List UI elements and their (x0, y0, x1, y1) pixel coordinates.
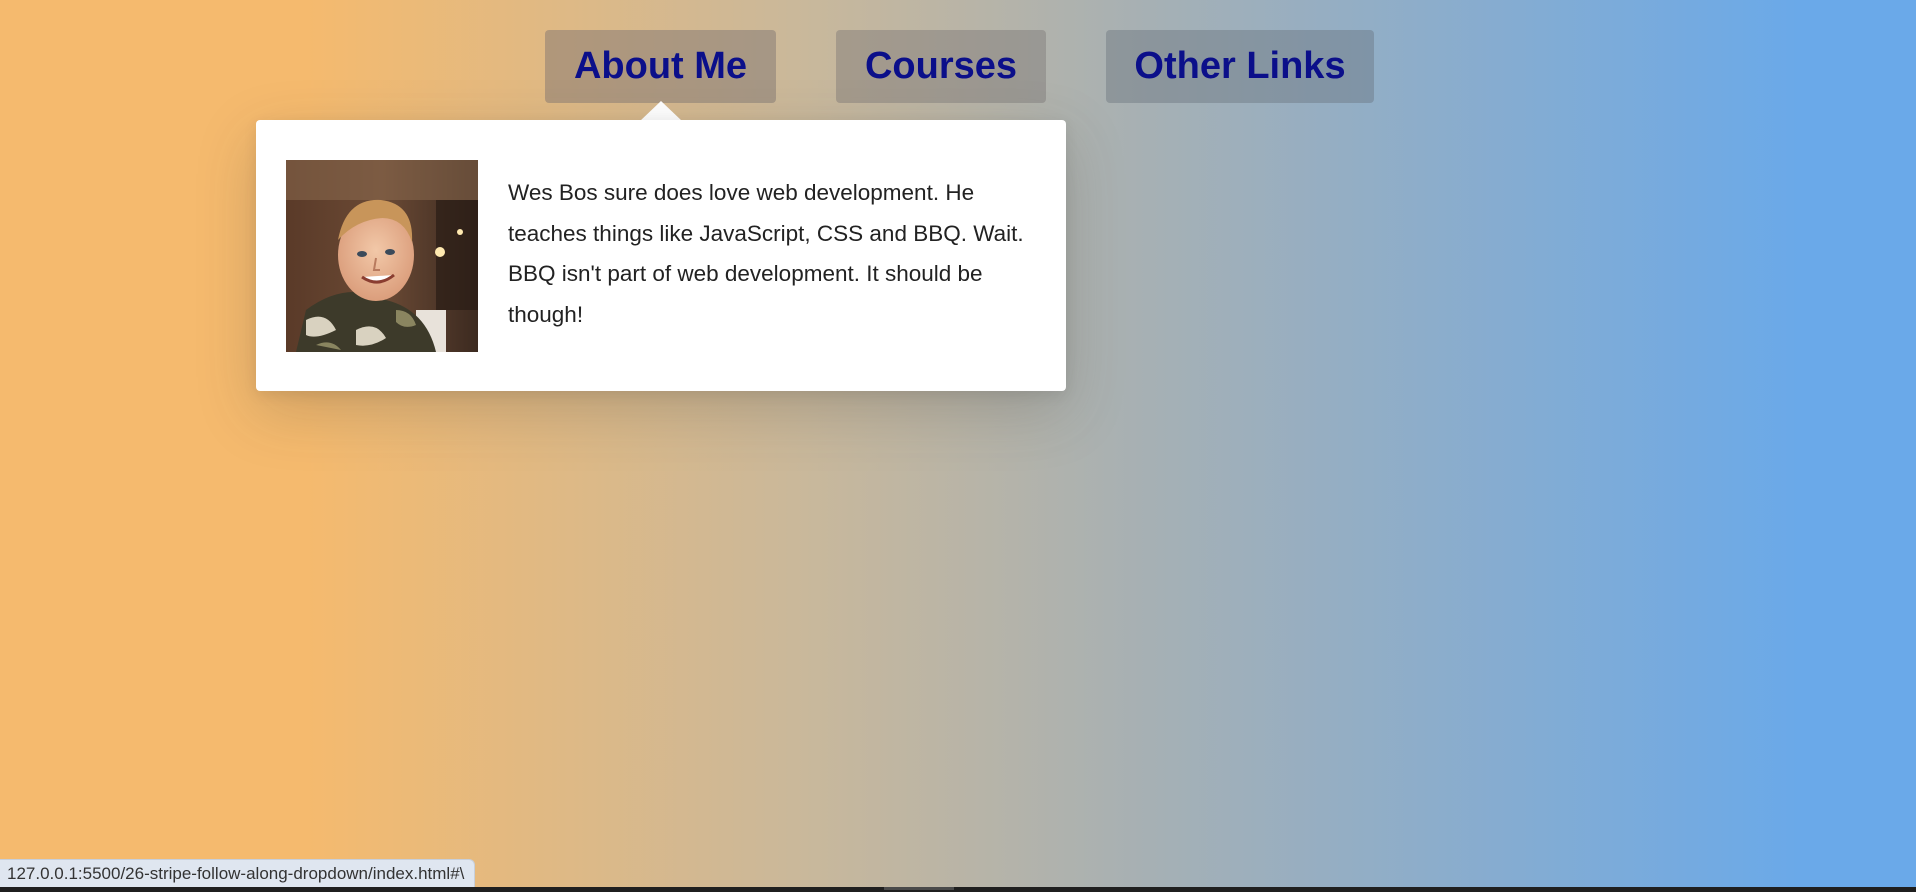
nav-item-label: Courses (864, 45, 1018, 87)
dropdown-arrow (640, 101, 682, 121)
nav-item-label: About Me (573, 45, 748, 87)
profile-photo-icon (286, 160, 478, 352)
nav-item-other-links[interactable]: Other Links (1106, 30, 1374, 103)
dropdown-panel: Wes Bos sure does love web development. … (256, 120, 1066, 391)
nav-item-about-me[interactable]: About Me (545, 30, 776, 103)
profile-photo (286, 160, 478, 352)
taskbar-indicator (884, 887, 954, 890)
nav-item-label: Other Links (1134, 45, 1346, 87)
top-navigation: About Me Courses Other Links (0, 30, 1916, 103)
nav-item-courses[interactable]: Courses (836, 30, 1046, 103)
bio-text: Wes Bos sure does love web development. … (508, 180, 1024, 327)
status-bar-url: 127.0.0.1:5500/26-stripe-follow-along-dr… (0, 859, 476, 887)
taskbar-edge (0, 887, 1916, 892)
